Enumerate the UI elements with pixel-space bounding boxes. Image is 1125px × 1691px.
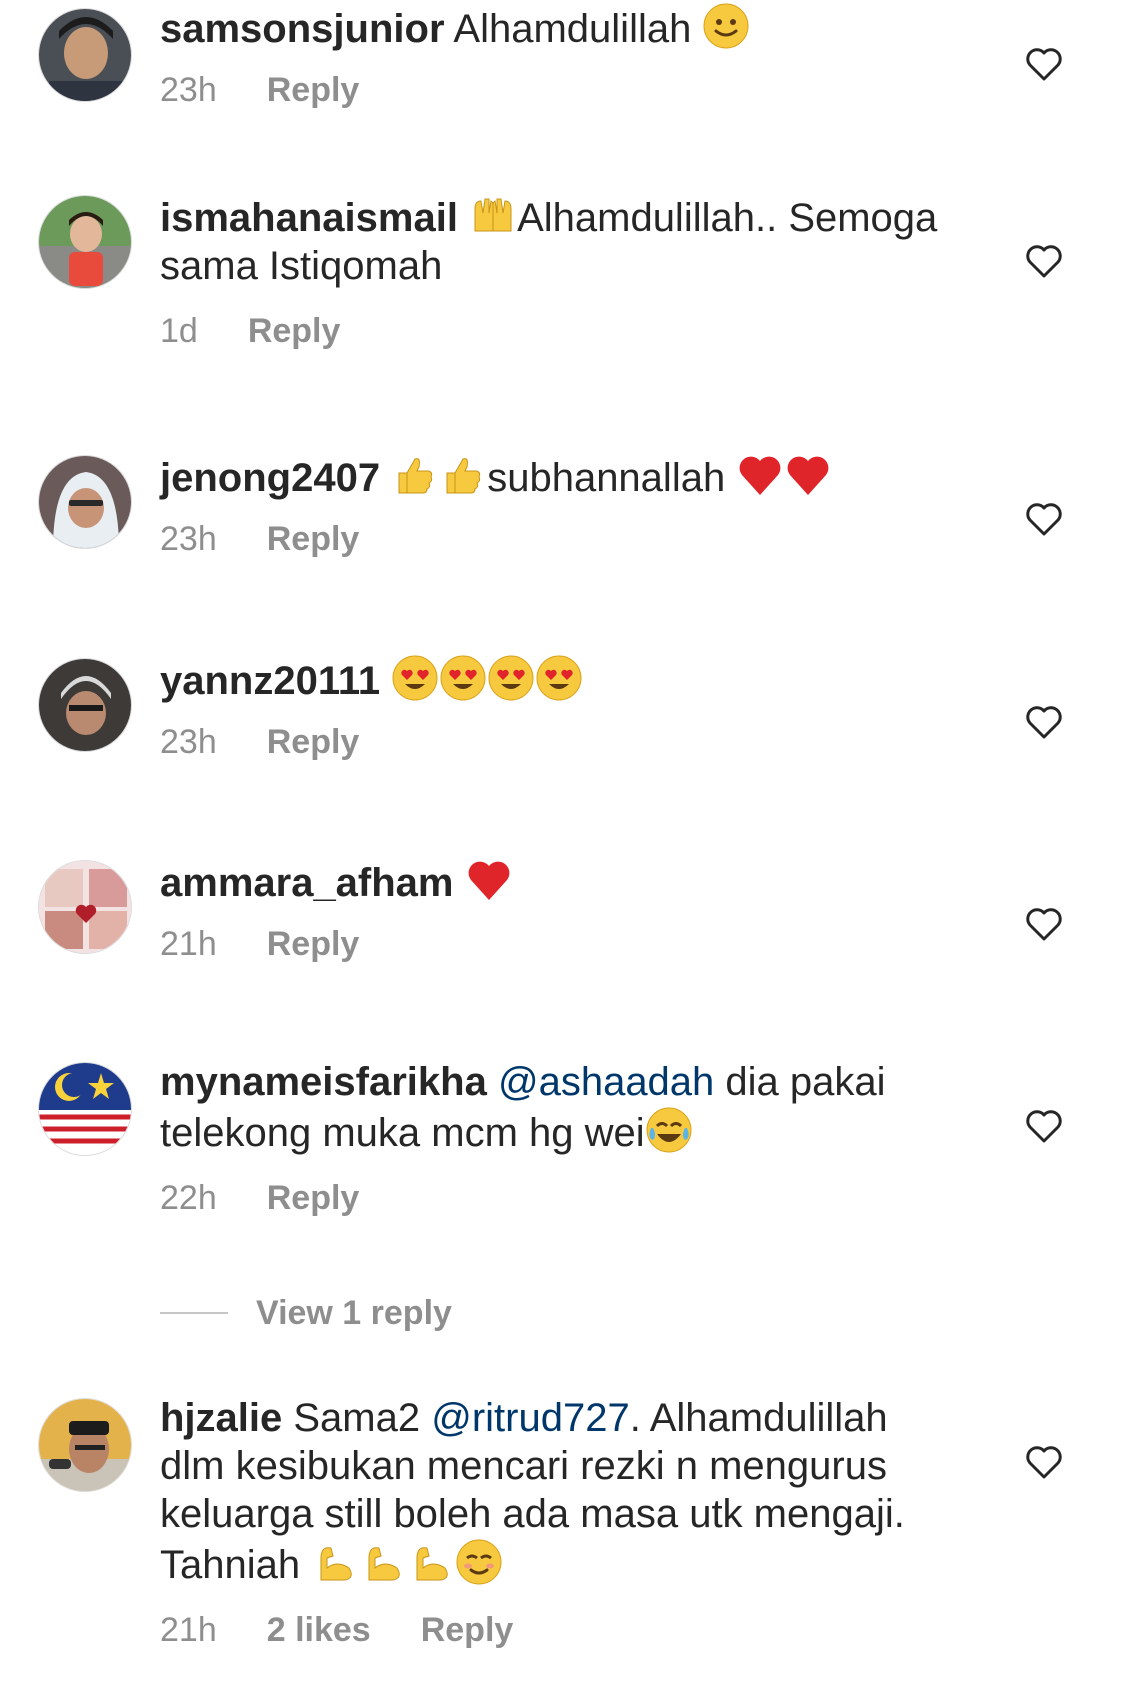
like-heart-icon[interactable] <box>1024 702 1064 742</box>
comment-text-after: subhannallah <box>487 456 737 500</box>
reply-button[interactable]: Reply <box>267 1179 360 1217</box>
view-replies-button[interactable]: View 1 reply <box>160 1290 452 1336</box>
likes-count-button[interactable]: 2 likes <box>267 1611 371 1649</box>
comment-username[interactable]: ammara_afham <box>160 861 454 905</box>
like-heart-icon[interactable] <box>1024 44 1064 84</box>
comment-text <box>454 861 465 905</box>
comment-text <box>458 196 469 240</box>
comment-username[interactable]: hjzalie <box>160 1396 282 1440</box>
comment-time: 22h <box>160 1179 217 1217</box>
heart-eyes-emoji-icon <box>536 655 582 701</box>
red-heart-emoji-icon <box>787 456 829 495</box>
mention-link[interactable]: @ashaadah <box>498 1060 714 1104</box>
mention-link[interactable]: @ritrud727 <box>431 1396 629 1440</box>
red-heart-emoji-icon <box>739 456 781 495</box>
view-replies-label: View 1 reply <box>256 1293 452 1332</box>
like-heart-icon[interactable] <box>1024 241 1064 281</box>
comment-text: Sama2 <box>282 1396 432 1440</box>
like-heart-icon[interactable] <box>1024 1106 1064 1146</box>
avatar[interactable] <box>38 455 132 549</box>
comment-username[interactable]: ismahanaismail <box>160 196 458 240</box>
reply-button[interactable]: Reply <box>248 312 341 350</box>
avatar[interactable] <box>38 195 132 289</box>
thumbs-up-emoji-icon <box>398 458 433 494</box>
avatar[interactable] <box>38 1398 132 1492</box>
comment-username[interactable]: jenong2407 <box>160 456 380 500</box>
comment-text <box>380 456 391 500</box>
comment-text <box>380 659 391 703</box>
comment-text <box>487 1060 498 1104</box>
comment-time: 21h <box>160 925 217 963</box>
reply-button[interactable]: Reply <box>421 1611 514 1649</box>
comment-username[interactable]: yannz20111 <box>160 659 380 703</box>
like-heart-icon[interactable] <box>1024 1442 1064 1482</box>
reply-button[interactable]: Reply <box>267 520 360 558</box>
slightly-smiling-emoji-icon <box>703 3 749 49</box>
comment-time: 21h <box>160 1611 217 1649</box>
tears-of-joy-emoji-icon <box>646 1107 692 1153</box>
comment-username[interactable]: samsonsjunior <box>160 7 445 51</box>
reply-button[interactable]: Reply <box>267 71 360 109</box>
heart-eyes-emoji-icon <box>488 655 534 701</box>
smiling-face-emoji-icon <box>456 1539 502 1585</box>
comment-text: Alhamdulillah <box>444 7 703 51</box>
flexed-biceps-emoji-icon <box>416 1547 448 1581</box>
view-replies-divider <box>160 1312 228 1314</box>
flexed-biceps-emoji-icon <box>320 1547 352 1581</box>
comment-username[interactable]: mynameisfarikha <box>160 1060 487 1104</box>
heart-eyes-emoji-icon <box>392 655 438 701</box>
avatar[interactable] <box>38 860 132 954</box>
thumbs-up-emoji-icon <box>446 458 481 494</box>
comment-time: 23h <box>160 520 217 558</box>
like-heart-icon[interactable] <box>1024 499 1064 539</box>
red-heart-emoji-icon <box>468 861 510 900</box>
heart-eyes-emoji-icon <box>440 655 486 701</box>
avatar[interactable] <box>38 1062 132 1156</box>
avatar[interactable] <box>38 658 132 752</box>
flexed-biceps-emoji-icon <box>368 1547 400 1581</box>
comment-time: 1d <box>160 312 198 350</box>
raised-hands-emoji-icon <box>474 198 512 232</box>
reply-button[interactable]: Reply <box>267 925 360 963</box>
comment-time: 23h <box>160 723 217 761</box>
reply-button[interactable]: Reply <box>267 723 360 761</box>
like-heart-icon[interactable] <box>1024 904 1064 944</box>
comment-time: 23h <box>160 71 217 109</box>
avatar[interactable] <box>38 8 132 102</box>
